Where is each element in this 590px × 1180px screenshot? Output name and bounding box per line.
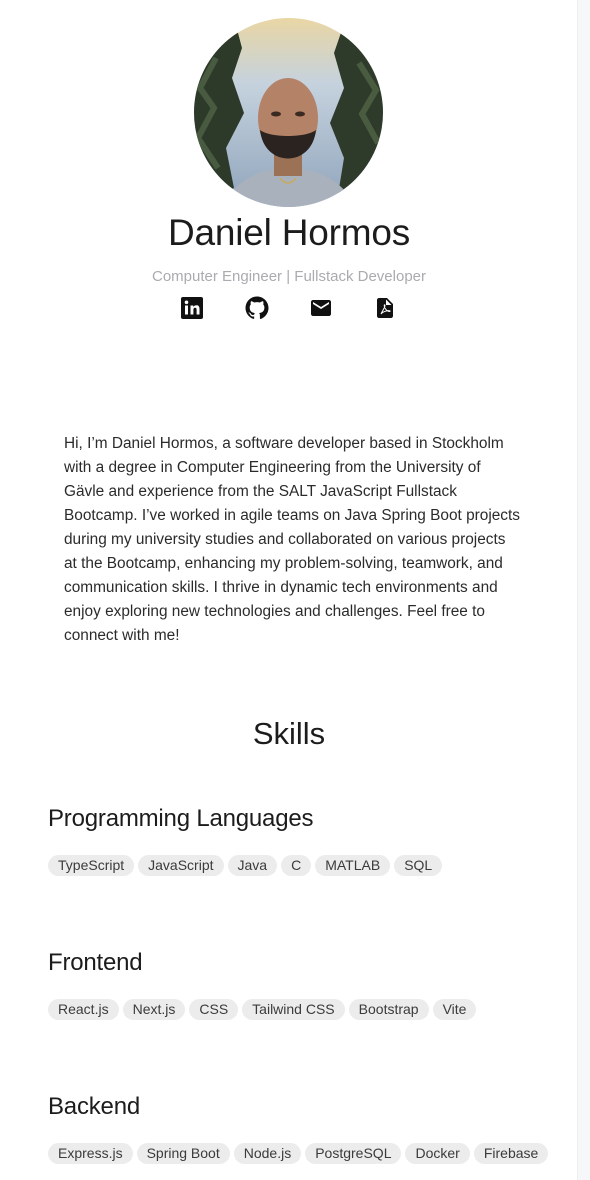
skill-group-title: Programming Languages: [48, 805, 314, 832]
resume-link[interactable]: [373, 296, 397, 320]
skill-chip: Spring Boot: [136, 1143, 230, 1164]
profile-subtitle: Computer Engineer | Fullstack Developer: [151, 268, 427, 285]
portfolio-page: Daniel Hormos Computer Engineer | Fullst…: [0, 0, 578, 1180]
skill-chip: Node.js: [233, 1143, 302, 1164]
social-links: [0, 296, 578, 320]
github-icon: [245, 296, 269, 319]
skill-chip: SQL: [394, 855, 443, 876]
skill-chip-list: TypeScript JavaScript Java C MATLAB SQL: [48, 855, 443, 876]
skill-chip: Firebase: [473, 1143, 549, 1164]
profile-name: Daniel Hormos: [167, 212, 411, 253]
scrollbar-track[interactable]: [577, 0, 590, 1180]
skill-chip: Java: [227, 855, 278, 876]
skill-chip: Docker: [405, 1143, 470, 1164]
skill-chip-list: Express.js Spring Boot Node.js PostgreSQ…: [48, 1143, 549, 1164]
linkedin-icon: [181, 297, 203, 319]
skill-chip: React.js: [48, 999, 119, 1020]
skill-chip: C: [281, 855, 312, 876]
linkedin-link[interactable]: [180, 296, 204, 320]
skill-chip: PostgreSQL: [305, 1143, 402, 1164]
skill-chip: MATLAB: [315, 855, 391, 876]
bio-text: Hi, I’m Daniel Hormos, a software develo…: [64, 435, 520, 645]
skill-chip: TypeScript: [48, 855, 135, 876]
github-link[interactable]: [245, 296, 269, 320]
email-link[interactable]: [309, 296, 333, 320]
skill-chip: Express.js: [48, 1143, 133, 1164]
skill-group-title: Frontend: [48, 949, 143, 976]
skill-chip: Vite: [432, 999, 477, 1020]
skill-chip: CSS: [189, 999, 239, 1020]
skill-chip: Tailwind CSS: [242, 999, 345, 1020]
pdf-icon: [377, 298, 393, 318]
skill-group-title: Backend: [48, 1093, 140, 1120]
avatar-photo: [194, 18, 383, 207]
skill-chip: Bootstrap: [348, 999, 429, 1020]
skill-chip: Next.js: [122, 999, 186, 1020]
mail-icon: [311, 300, 331, 316]
skills-heading: Skills: [252, 716, 326, 751]
skill-chip-list: React.js Next.js CSS Tailwind CSS Bootst…: [48, 999, 477, 1020]
skill-chip: JavaScript: [138, 855, 224, 876]
avatar: [194, 18, 383, 207]
